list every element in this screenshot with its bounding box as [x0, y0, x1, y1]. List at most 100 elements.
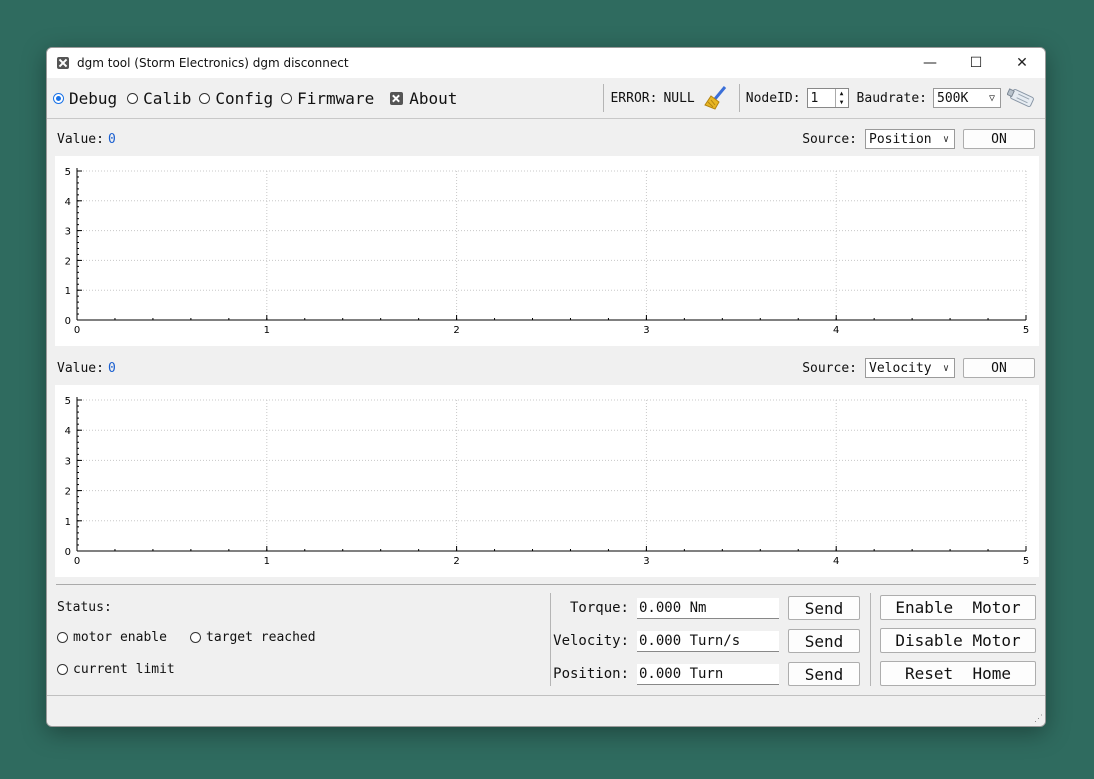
y-tick-label: 2	[65, 487, 71, 498]
current-limit-indicator[interactable]: current limit	[57, 662, 175, 677]
position-input[interactable]: 0.000 Turn	[637, 663, 779, 685]
y-tick-label: 5	[65, 396, 71, 407]
window-title: dgm tool (Storm Electronics) dgm disconn…	[77, 56, 349, 70]
x-tick-label: 1	[264, 556, 270, 567]
radio-icon	[190, 632, 201, 643]
chart-svg: 0 1 2 3 4 5 0 1 2 3 4 5	[65, 396, 1030, 567]
maximize-button[interactable]: ☐	[953, 48, 999, 78]
baudrate-select[interactable]: 500K ▽	[933, 88, 1001, 108]
toolbar: Debug Calib Config Firmware About ERROR:…	[47, 78, 1045, 119]
nodeid-label: NodeID:	[745, 90, 801, 106]
source-label: Source:	[802, 360, 857, 376]
mode-config-radio[interactable]: Config	[199, 89, 273, 108]
target-reached-label: target reached	[206, 630, 316, 645]
y-tick-label: 1	[65, 517, 71, 528]
status-title: Status:	[57, 600, 112, 615]
x-tick-label: 4	[833, 325, 839, 336]
source-select-2[interactable]: Velocity ∨	[865, 358, 955, 378]
mode-label: Config	[215, 88, 274, 108]
chevron-down-icon: ∨	[942, 133, 950, 145]
velocity-send-button[interactable]: Send	[788, 629, 860, 653]
chevron-down-icon: ▽	[988, 92, 996, 104]
separator	[870, 593, 871, 686]
radio-icon	[57, 664, 68, 675]
error-label: ERROR:	[610, 90, 658, 106]
torque-input[interactable]: 0.000 Nm	[637, 597, 779, 619]
baudrate-label: Baudrate:	[856, 90, 927, 106]
chart1-header: Value: 0 Source: Position ∨ ON	[47, 121, 1045, 157]
current-limit-label: current limit	[73, 662, 175, 677]
torque-row: Torque: 0.000 Nm Send	[549, 596, 860, 620]
source-value: Position	[869, 131, 932, 147]
motor-enable-indicator[interactable]: motor enable	[57, 630, 167, 645]
position-send-button[interactable]: Send	[788, 662, 860, 686]
x-tick-label: 0	[74, 325, 80, 336]
x-tick-label: 1	[264, 325, 270, 336]
radio-icon	[281, 92, 293, 104]
disable-motor-button[interactable]: Disable Motor	[880, 628, 1036, 653]
radio-icon	[57, 632, 68, 643]
mode-label: Calib	[143, 88, 192, 108]
target-reached-indicator[interactable]: target reached	[190, 630, 316, 645]
enable-motor-button[interactable]: Enable Motor	[880, 595, 1036, 620]
status-bar: ⋰	[47, 695, 1045, 726]
y-tick-label: 2	[65, 256, 71, 267]
divider	[56, 584, 1036, 585]
about-icon	[390, 91, 404, 105]
x-tick-label: 2	[453, 556, 459, 567]
mode-firmware-radio[interactable]: Firmware	[281, 89, 374, 108]
usb-adapter-icon[interactable]	[1006, 85, 1037, 111]
motor-enable-label: motor enable	[73, 630, 167, 645]
source-select-1[interactable]: Position ∨	[865, 129, 955, 149]
velocity-row: Velocity: 0.000 Turn/s Send	[549, 629, 860, 653]
error-value: NULL	[663, 90, 695, 106]
y-tick-label: 0	[65, 316, 71, 327]
y-tick-label: 4	[65, 197, 71, 208]
baudrate-value: 500K	[937, 90, 969, 106]
chart-svg: 0 1 2 3 4 5 0 1 2 3 4 5	[65, 167, 1030, 336]
mode-debug-radio[interactable]: Debug	[53, 89, 117, 108]
nodeid-value: 1	[810, 90, 819, 106]
spin-down-icon[interactable]: ▼	[836, 98, 848, 107]
y-tick-label: 3	[65, 227, 71, 238]
position-row: Position: 0.000 Turn Send	[549, 662, 860, 686]
x-tick-label: 4	[833, 556, 839, 567]
radio-icon	[127, 92, 139, 104]
position-label: Position:	[553, 666, 629, 682]
radio-icon	[199, 92, 211, 104]
separator	[603, 84, 605, 112]
source-value: Velocity	[869, 360, 932, 376]
close-button[interactable]: ✕	[999, 48, 1045, 78]
y-tick-label: 5	[65, 167, 71, 178]
spin-up-icon[interactable]: ▲	[836, 89, 848, 98]
title-bar: dgm tool (Storm Electronics) dgm disconn…	[47, 48, 1045, 78]
mode-label: Debug	[69, 88, 118, 108]
about-label: About	[409, 88, 458, 108]
velocity-label: Velocity:	[553, 633, 629, 649]
x-tick-label: 2	[453, 325, 459, 336]
reset-home-button[interactable]: Reset Home	[880, 661, 1036, 686]
nodeid-spinbox[interactable]: 1 ▲ ▼	[806, 88, 849, 108]
minimize-button[interactable]: —	[907, 48, 953, 78]
separator	[738, 84, 740, 112]
x-tick-label: 0	[74, 556, 80, 567]
y-tick-label: 4	[65, 426, 71, 437]
app-window: dgm tool (Storm Electronics) dgm disconn…	[46, 47, 1046, 727]
radio-selected-icon	[53, 92, 64, 104]
y-tick-label: 3	[65, 456, 71, 467]
y-tick-label: 1	[65, 286, 71, 297]
velocity-input[interactable]: 0.000 Turn/s	[637, 630, 779, 652]
resize-grip-icon[interactable]: ⋰	[1034, 714, 1043, 724]
torque-label: Torque:	[569, 600, 629, 616]
on-toggle-button-2[interactable]: ON	[963, 358, 1035, 378]
app-icon	[57, 57, 69, 69]
torque-send-button[interactable]: Send	[788, 596, 860, 620]
x-tick-label: 3	[643, 325, 649, 336]
on-toggle-button-1[interactable]: ON	[963, 129, 1035, 149]
value-readout: 0	[107, 360, 116, 376]
about-button[interactable]: About	[390, 89, 457, 108]
x-tick-label: 5	[1023, 325, 1029, 336]
value-readout: 0	[107, 131, 116, 147]
broom-icon[interactable]	[703, 85, 729, 111]
mode-calib-radio[interactable]: Calib	[127, 89, 191, 108]
